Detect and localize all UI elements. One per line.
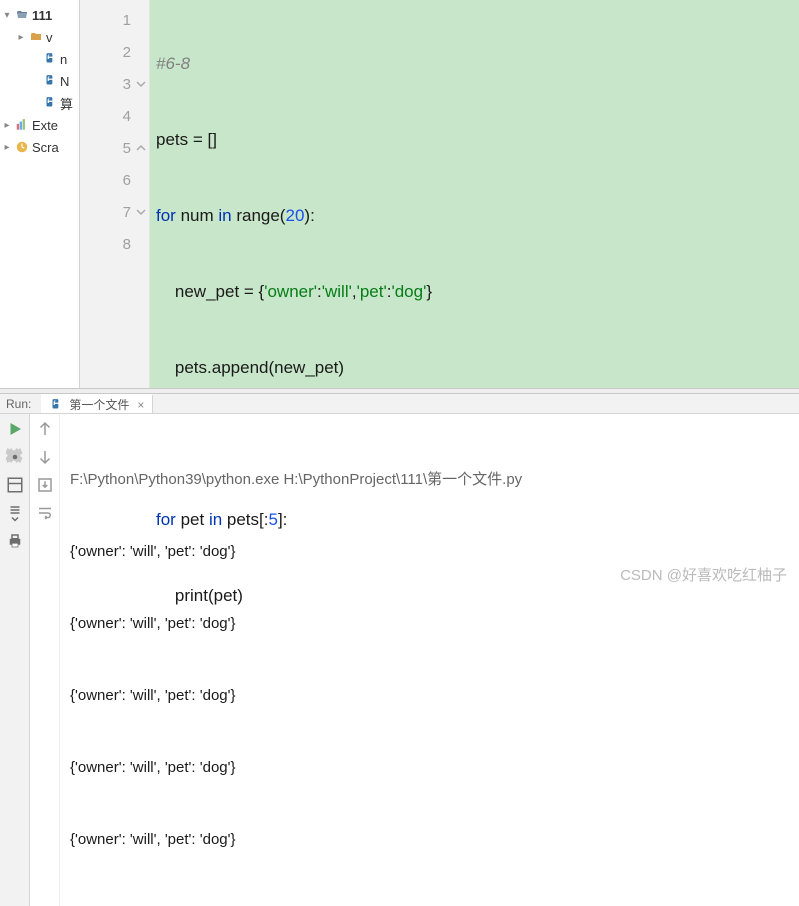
tree-folder[interactable]: ▸v <box>0 26 79 48</box>
code-area[interactable]: #6-8 pets = [] for num in range(20): new… <box>150 0 799 388</box>
fold-marker-icon[interactable] <box>135 78 147 90</box>
line-number: 5 <box>80 132 149 164</box>
console-line: {'owner': 'will', 'pet': 'dog'} <box>70 756 789 780</box>
code-line: pets.append(new_pet) <box>150 352 799 384</box>
line-number: 7 <box>80 196 149 228</box>
python-icon <box>49 398 63 412</box>
code-line: #6-8 <box>156 54 190 74</box>
run-scroll-toolbar <box>30 414 60 906</box>
code-line: print(pet) <box>150 580 799 612</box>
line-number: 1 <box>80 4 149 36</box>
line-number: 4 <box>80 100 149 132</box>
code-line: for pet in pets[:5]: <box>150 504 799 536</box>
line-number: 3 <box>80 68 149 100</box>
editor-gutter: 1 2 3 4 5 6 7 8 <box>80 0 150 388</box>
tree-file[interactable]: n <box>0 48 79 70</box>
export-icon[interactable] <box>36 476 54 494</box>
close-tab-icon[interactable]: × <box>137 398 144 412</box>
code-editor[interactable]: 1 2 3 4 5 6 7 8 #6-8 pets = [] for num i… <box>80 0 799 388</box>
code-line: for num in range(20): <box>150 200 799 232</box>
run-tab[interactable]: 第一个文件 × <box>41 394 153 413</box>
run-button[interactable] <box>6 420 24 438</box>
code-line: new_pet = {'owner':'will','pet':'dog'} <box>150 276 799 308</box>
external-libraries[interactable]: ▸Exte <box>0 114 79 136</box>
run-tab-label: 第一个文件 <box>69 396 129 413</box>
fold-marker-icon[interactable] <box>135 206 147 218</box>
project-root[interactable]: ▾111 <box>0 4 79 26</box>
project-name: 111 <box>32 8 52 23</box>
code-line: pets = [] <box>150 124 799 156</box>
library-icon <box>14 117 30 133</box>
scroll-up-icon[interactable] <box>36 420 54 438</box>
console-line: {'owner': 'will', 'pet': 'dog'} <box>70 612 789 636</box>
python-file-icon <box>42 51 58 67</box>
line-number: 8 <box>80 228 149 260</box>
console-line: {'owner': 'will', 'pet': 'dog'} <box>70 684 789 708</box>
scratch-icon <box>14 139 30 155</box>
scroll-button[interactable] <box>6 504 24 522</box>
run-toolbar <box>0 414 30 906</box>
settings-button[interactable] <box>6 448 24 466</box>
tree-file[interactable]: N <box>0 70 79 92</box>
console-line: {'owner': 'will', 'pet': 'dog'} <box>70 828 789 852</box>
layout-button[interactable] <box>6 476 24 494</box>
python-file-icon <box>42 95 58 111</box>
line-number: 6 <box>80 164 149 196</box>
folder-open-icon <box>14 7 30 23</box>
wrap-icon[interactable] <box>36 504 54 522</box>
print-button[interactable] <box>6 532 24 550</box>
scroll-down-icon[interactable] <box>36 448 54 466</box>
python-file-icon <box>42 73 58 89</box>
code-line <box>150 428 799 460</box>
run-label: Run: <box>0 397 41 411</box>
scratches[interactable]: ▸Scra <box>0 136 79 158</box>
folder-icon <box>28 29 44 45</box>
fold-marker-icon[interactable] <box>135 142 147 154</box>
tree-file[interactable]: 算 <box>0 92 79 114</box>
line-number: 2 <box>80 36 149 68</box>
project-sidebar: ▾111 ▸v n N 算 ▸Exte ▸Scra <box>0 0 80 388</box>
